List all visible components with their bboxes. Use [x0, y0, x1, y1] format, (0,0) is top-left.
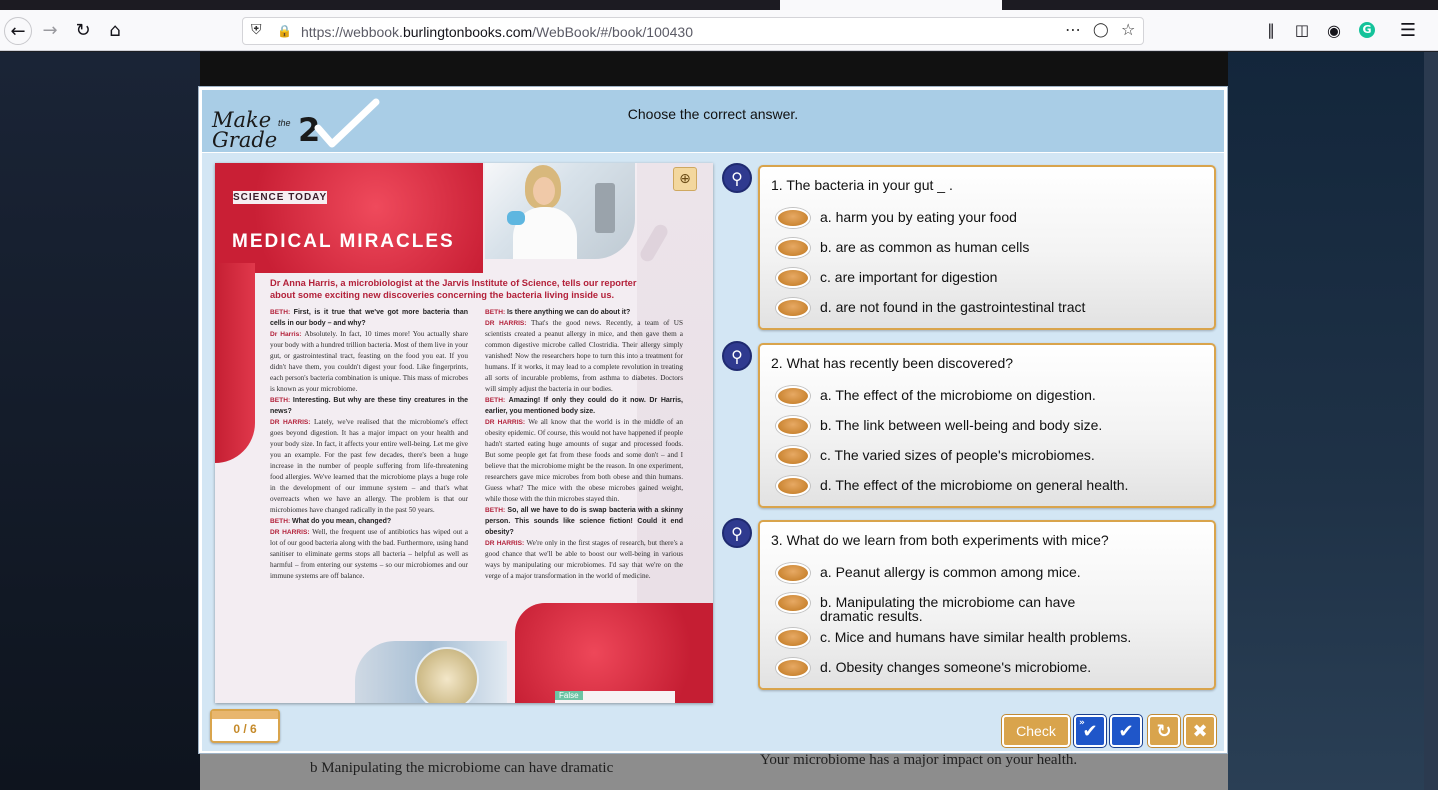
- radio-button[interactable]: [776, 628, 810, 648]
- home-icon[interactable]: ⌂: [103, 18, 127, 42]
- article-paragraph: Dr Harris: Absolutely. In fact, 10 times…: [270, 330, 469, 393]
- url-text[interactable]: https://webbook.burlingtonbooks.com/WebB…: [301, 24, 693, 40]
- option-2d[interactable]: d. The effect of the microbiome on gener…: [776, 476, 1176, 496]
- article-paragraph: BETH: So, all we have to do is swap bact…: [485, 507, 683, 536]
- article-paragraph: BETH: What do you mean, changed?: [270, 518, 392, 525]
- article-paragraph: DR HARRIS: Well, the frequent use of ant…: [270, 528, 468, 580]
- check-button[interactable]: Check: [1002, 715, 1070, 747]
- question-2: 2. What has recently been discovered? a.…: [758, 343, 1216, 508]
- modal-header: Make the Grade 2 Choose the correct answ…: [202, 90, 1224, 152]
- more-icon[interactable]: ⋯: [1065, 20, 1081, 39]
- score-counter: 0 / 6: [210, 709, 280, 743]
- question-text: 1. The bacteria in your gut _ .: [771, 177, 953, 193]
- browser-toolbar: ← → ↻ ⌂ ⛨ 🔒 https://webbook.burlingtonbo…: [0, 10, 1438, 51]
- radio-button[interactable]: [776, 268, 810, 288]
- question-3: 3. What do we learn from both experiment…: [758, 520, 1216, 690]
- menu-icon[interactable]: ☰: [1396, 18, 1420, 42]
- radio-button[interactable]: [776, 563, 810, 583]
- radio-button[interactable]: [776, 658, 810, 678]
- option-1c[interactable]: c. are important for digestion: [776, 268, 1176, 288]
- option-3b[interactable]: b. Manipulating the microbiome can have …: [776, 593, 1086, 623]
- question-text: 3. What do we learn from both experiment…: [771, 532, 1109, 548]
- article-title: MEDICAL MIRACLES: [232, 231, 455, 252]
- radio-button[interactable]: [776, 593, 810, 613]
- scrollbar[interactable]: [1424, 52, 1438, 790]
- forward-arrow-icon[interactable]: →: [38, 18, 62, 42]
- instruction-text: Choose the correct answer.: [627, 106, 799, 122]
- radio-button[interactable]: [776, 298, 810, 318]
- option-3a[interactable]: a. Peanut allergy is common among mice.: [776, 563, 1176, 583]
- article-column-2: BETH: Is there anything we can do about …: [485, 307, 683, 582]
- magnify-icon[interactable]: ⚲: [722, 518, 752, 548]
- zoom-in-icon[interactable]: ⊕: [673, 167, 697, 191]
- refresh-icon[interactable]: ↻: [1148, 715, 1180, 747]
- option-1b[interactable]: b. are as common as human cells: [776, 238, 1176, 258]
- option-2c[interactable]: c. The varied sizes of people's microbio…: [776, 446, 1176, 466]
- option-3c[interactable]: c. Mice and humans have similar health p…: [776, 628, 1176, 648]
- background-option-text: b Manipulating the microbiome can have d…: [310, 760, 614, 776]
- magnify-icon[interactable]: ⚲: [722, 341, 752, 371]
- article-image: False SCIENCE TODAY MEDICAL MIRACLES Dr …: [215, 163, 713, 703]
- question-text: 2. What has recently been discovered?: [771, 355, 1014, 371]
- close-icon[interactable]: ✖: [1184, 715, 1216, 747]
- scientist-photo: [485, 163, 635, 259]
- article-paragraph: BETH: Amazing! If only they could do it …: [485, 397, 683, 415]
- reload-icon[interactable]: ↻: [71, 18, 95, 42]
- exercise-modal: Make the Grade 2 Choose the correct answ…: [198, 86, 1228, 754]
- question-1: 1. The bacteria in your gut _ . a. harm …: [758, 165, 1216, 330]
- shield-icon[interactable]: ⛨: [251, 22, 262, 38]
- article-paragraph: BETH: First, is it true that we've got m…: [270, 309, 469, 327]
- back-arrow-icon[interactable]: ←: [4, 17, 32, 45]
- option-2b[interactable]: b. The link between well-being and body …: [776, 416, 1176, 436]
- star-icon[interactable]: ☆: [1121, 20, 1135, 39]
- petri-dish-photo: [355, 641, 507, 703]
- article-paragraph: DR HARRIS: Lately, we've realised that t…: [270, 418, 468, 514]
- radio-button[interactable]: [776, 416, 810, 436]
- option-1d[interactable]: d. are not found in the gastrointestinal…: [776, 298, 1176, 318]
- sidebar-icon[interactable]: ◫: [1290, 18, 1314, 42]
- modal-body: False SCIENCE TODAY MEDICAL MIRACLES Dr …: [202, 153, 1224, 751]
- article-intro: Dr Anna Harris, a microbiologist at the …: [270, 278, 637, 300]
- radio-button[interactable]: [776, 238, 810, 258]
- article-paragraph: BETH: Interesting. But why are these tin…: [270, 397, 469, 415]
- check-all-icon[interactable]: » ✔: [1074, 715, 1106, 747]
- grammarly-icon[interactable]: G: [1355, 18, 1379, 42]
- article-paragraph: BETH: Is there anything we can do about …: [485, 309, 631, 316]
- radio-button[interactable]: [776, 446, 810, 466]
- radio-button[interactable]: [776, 386, 810, 406]
- article-paragraph: DR HARRIS: That's the good news. Recentl…: [485, 319, 683, 393]
- library-icon[interactable]: ‖: [1259, 18, 1283, 42]
- background-exercise: b Manipulating the microbiome can have d…: [200, 752, 1228, 790]
- pocket-icon[interactable]: ◯: [1093, 22, 1109, 38]
- radio-button[interactable]: [776, 476, 810, 496]
- article-section: SCIENCE TODAY: [233, 191, 328, 204]
- active-tab[interactable]: [780, 0, 1002, 10]
- article-paragraph: DR HARRIS: We're only in the first stage…: [485, 539, 683, 580]
- tab-strip: [0, 0, 1438, 10]
- check-icon[interactable]: ✔: [1110, 715, 1142, 747]
- option-3d[interactable]: d. Obesity changes someone's microbiome.: [776, 658, 1176, 678]
- option-2a[interactable]: a. The effect of the microbiome on diges…: [776, 386, 1176, 406]
- article-column-1: BETH: First, is it true that we've got m…: [270, 307, 468, 582]
- lock-icon[interactable]: 🔒: [277, 24, 292, 38]
- radio-button[interactable]: [776, 208, 810, 228]
- url-bar[interactable]: ⛨ 🔒 https://webbook.burlingtonbooks.com/…: [242, 17, 1144, 45]
- option-1a[interactable]: a. harm you by eating your food: [776, 208, 1176, 228]
- article-footer-tag: False: [555, 691, 675, 703]
- background-right-text: Your microbiome has a major impact on yo…: [760, 752, 1078, 768]
- account-icon[interactable]: ◉: [1322, 18, 1346, 42]
- article-paragraph: DR HARRIS: We all know that the world is…: [485, 418, 683, 503]
- magnify-icon[interactable]: ⚲: [722, 163, 752, 193]
